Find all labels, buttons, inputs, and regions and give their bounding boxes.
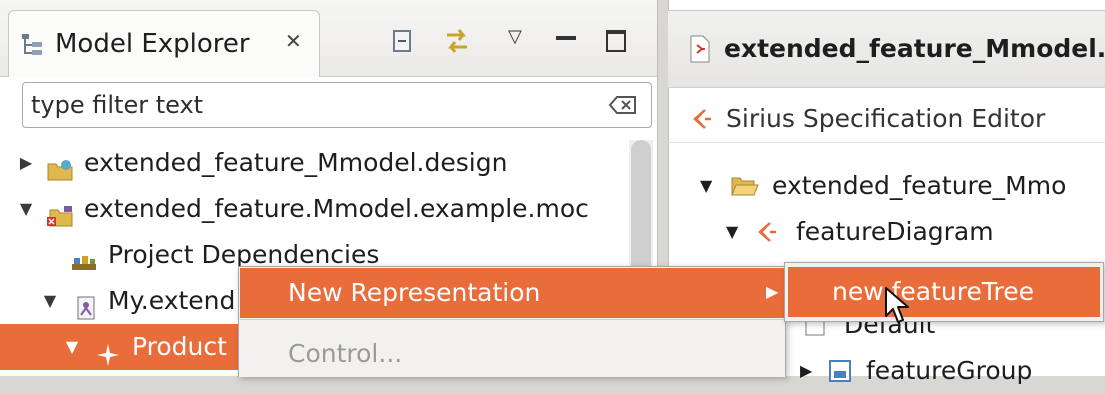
model-file-icon (72, 289, 100, 320)
menu-item-new-representation[interactable]: New Representation ▶ (240, 268, 784, 318)
model-element-icon (96, 336, 124, 366)
open-folder-icon (730, 173, 760, 199)
minimize-icon[interactable] (556, 36, 576, 40)
view-menu-icon[interactable]: ▽ (508, 26, 522, 47)
submenu-arrow-icon: ▶ (766, 282, 779, 301)
model-explorer-tab-title: Model Explorer (55, 29, 250, 59)
submenu: new featureTree (784, 262, 1104, 322)
tree-item-label: My.extend (108, 286, 236, 315)
tree-item-label: Product (132, 332, 227, 361)
menu-item-label: new featureTree (832, 277, 1034, 306)
editor-header: Sirius Specification Editor (668, 96, 1105, 143)
tree-item-label: extended_feature.Mmodel.example.moc (84, 194, 589, 223)
menu-item-label: Control... (288, 339, 403, 368)
expanded-arrow-icon[interactable]: ▼ (726, 209, 738, 255)
editor-tab-title[interactable]: extended_feature_Mmodel. (724, 11, 1105, 87)
filter-box (22, 82, 652, 128)
sirius-icon (688, 106, 714, 132)
mouse-pointer-icon (884, 286, 910, 326)
menu-item-new-featuretree[interactable]: new featureTree (788, 267, 1100, 317)
editor-header-title: Sirius Specification Editor (726, 104, 1046, 133)
editor-tabbar: extended_feature_Mmodel. (668, 10, 1105, 88)
model-explorer-icon (19, 31, 47, 59)
link-with-editor-icon[interactable] (440, 24, 474, 58)
tree-item-example-project[interactable]: ▼ extended_feature.Mmodel.example.moc (0, 186, 628, 232)
sirius-icon (754, 220, 778, 244)
odesign-file-icon (688, 35, 712, 63)
container-mapping-icon (828, 359, 852, 383)
menu-item-control[interactable]: Control... (240, 329, 784, 379)
editor-tree-item-label: featureDiagram (796, 217, 994, 246)
menu-item-label: New Representation (288, 278, 541, 307)
model-explorer-tab[interactable]: Model Explorer ✕ (8, 10, 320, 77)
expanded-arrow-icon[interactable]: ▼ (40, 278, 60, 324)
filter-input[interactable] (31, 87, 591, 123)
tree-item-label: extended_feature_Mmodel.design (84, 148, 508, 177)
editor-tree-item-label: extended_feature_Mmo (772, 171, 1067, 200)
collapsed-arrow-icon[interactable]: ▶ (16, 140, 36, 186)
tree-item-design-project[interactable]: ▶ extended_feature_Mmodel.design (0, 140, 628, 186)
expanded-arrow-icon[interactable]: ▼ (700, 163, 712, 209)
editor-tree-item-label: featureGroup (866, 356, 1033, 385)
menu-separator (240, 319, 784, 322)
context-menu: New Representation ▶ Control... (238, 266, 786, 377)
expanded-arrow-icon[interactable]: ▼ (16, 186, 36, 232)
clear-filter-icon[interactable] (607, 94, 639, 116)
collapsed-arrow-icon[interactable]: ▶ (800, 348, 812, 394)
modeling-project-error-icon (46, 197, 74, 227)
maximize-icon[interactable] (606, 30, 626, 52)
close-icon[interactable]: ✕ (285, 29, 302, 53)
expanded-arrow-icon[interactable]: ▼ (62, 324, 82, 370)
collapse-all-icon[interactable] (390, 28, 416, 54)
model-explorer-tabbar: Model Explorer ✕ ▽ (0, 0, 657, 77)
sirius-project-icon (46, 151, 74, 181)
project-dependencies-icon (70, 243, 98, 270)
